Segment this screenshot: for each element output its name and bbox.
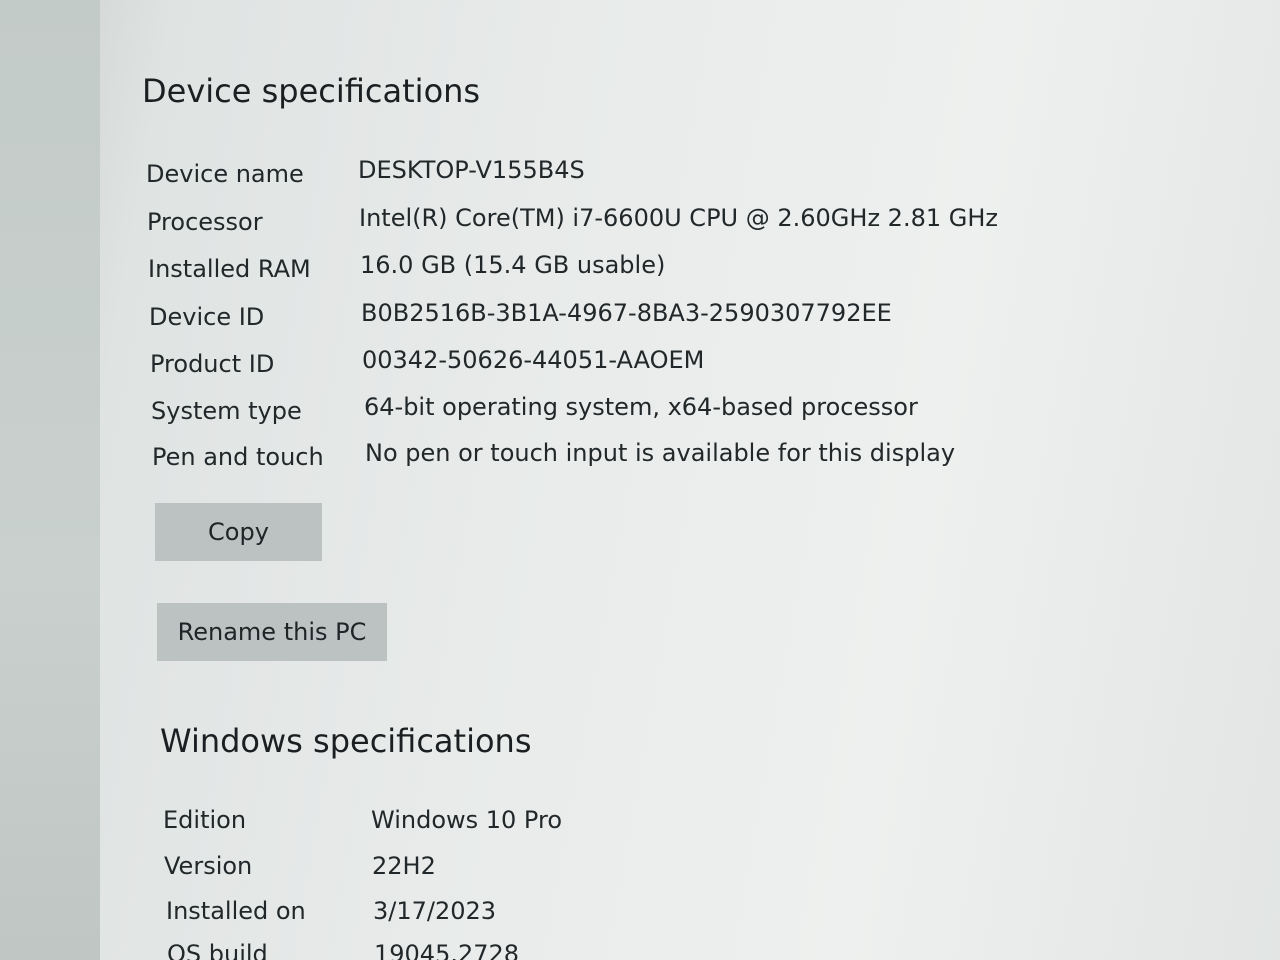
os-build-value: 19045.2728 xyxy=(374,940,520,960)
system-type-label: System type xyxy=(151,397,302,425)
product-id-value: 00342-50626-44051-AAOEM xyxy=(362,346,705,374)
device-specifications-title: Device specifications xyxy=(142,72,481,110)
product-id-label: Product ID xyxy=(150,350,275,378)
copy-button[interactable]: Copy xyxy=(155,503,322,561)
pen-and-touch-value: No pen or touch input is available for t… xyxy=(365,439,956,467)
device-name-value: DESKTOP-V155B4S xyxy=(358,156,585,184)
about-content: Device specifications Device name DESKTO… xyxy=(100,0,1280,960)
installed-ram-value: 16.0 GB (15.4 GB usable) xyxy=(360,251,666,279)
device-name-label: Device name xyxy=(146,160,304,188)
device-id-label: Device ID xyxy=(149,303,265,331)
pen-and-touch-label: Pen and touch xyxy=(152,443,324,471)
system-type-value: 64-bit operating system, x64-based proce… xyxy=(364,393,918,421)
edition-value: Windows 10 Pro xyxy=(371,806,563,834)
installed-on-label: Installed on xyxy=(166,897,306,925)
os-build-label: OS build xyxy=(167,940,268,960)
device-id-value: B0B2516B-3B1A-4967-8BA3-2590307792EE xyxy=(361,299,892,327)
edition-label: Edition xyxy=(163,806,247,834)
processor-label: Processor xyxy=(147,208,263,236)
settings-window: Device specifications Device name DESKTO… xyxy=(0,0,1280,960)
rename-pc-button[interactable]: Rename this PC xyxy=(157,603,387,661)
windows-specifications-title: Windows specifications xyxy=(160,722,532,760)
processor-value: Intel(R) Core(TM) i7-6600U CPU @ 2.60GHz… xyxy=(359,204,998,232)
version-value: 22H2 xyxy=(372,852,436,880)
installed-on-value: 3/17/2023 xyxy=(373,897,497,925)
installed-ram-label: Installed RAM xyxy=(148,255,311,283)
version-label: Version xyxy=(164,852,253,880)
navigation-pane xyxy=(0,0,100,960)
